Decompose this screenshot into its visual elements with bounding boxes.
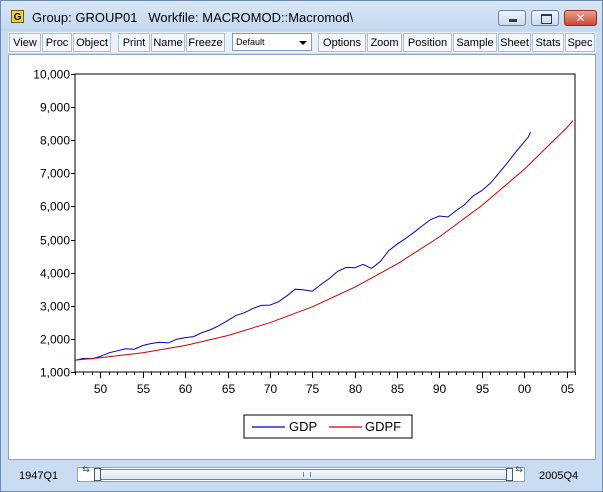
y-tick-label: 8,000 bbox=[40, 134, 70, 148]
legend-label-gdp: GDP bbox=[289, 419, 317, 434]
y-tick-label: 2,000 bbox=[40, 333, 70, 347]
y-tick-label: 10,000 bbox=[33, 68, 70, 82]
x-tick-label: 50 bbox=[94, 382, 108, 396]
x-tick-label: 90 bbox=[433, 382, 447, 396]
view-options-select[interactable]: Default bbox=[232, 33, 312, 51]
grip-icon bbox=[303, 472, 311, 477]
y-tick-label: 3,000 bbox=[40, 300, 70, 314]
close-button[interactable]: ✕ bbox=[564, 10, 597, 26]
freeze-button[interactable]: Freeze bbox=[186, 33, 225, 52]
x-tick-label: 65 bbox=[222, 382, 236, 396]
sample-start-label: 1947Q1 bbox=[19, 470, 59, 482]
toolbar: View Proc Object Print Name Freeze Defau… bbox=[8, 32, 596, 53]
sample-end-label: 2005Q4 bbox=[539, 470, 579, 482]
options-button[interactable]: Options bbox=[318, 33, 366, 52]
view-options-value: Default bbox=[236, 37, 265, 47]
close-icon: ✕ bbox=[575, 11, 586, 25]
status-bar: 1947Q1 ⇆ ⇆ 2005Q4 bbox=[1, 462, 602, 491]
sample-range-slider[interactable] bbox=[97, 469, 513, 480]
zoom-button[interactable]: Zoom bbox=[367, 33, 402, 52]
x-tick-label: 95 bbox=[476, 382, 490, 396]
chevron-down-icon bbox=[299, 41, 307, 45]
title-bar[interactable]: G Group: GROUP01 Workfile: MACROMOD::Mac… bbox=[1, 1, 602, 31]
right-arrows-icon[interactable]: ⇆ bbox=[511, 466, 527, 482]
sample-button[interactable]: Sample bbox=[453, 33, 497, 52]
x-tick-label: 55 bbox=[137, 382, 151, 396]
x-tick-label: 70 bbox=[264, 382, 278, 396]
x-tick-label: 80 bbox=[349, 382, 363, 396]
group-icon: G bbox=[11, 10, 24, 23]
sample-start-handle[interactable] bbox=[94, 468, 101, 481]
y-tick-label: 5,000 bbox=[40, 234, 70, 248]
y-tick-label: 6,000 bbox=[40, 200, 70, 214]
object-button[interactable]: Object bbox=[73, 33, 111, 52]
y-tick-label: 4,000 bbox=[40, 267, 70, 281]
group-window: G Group: GROUP01 Workfile: MACROMOD::Mac… bbox=[0, 0, 603, 492]
print-button[interactable]: Print bbox=[118, 33, 150, 52]
line-chart: 1,000 2,000 3,000 4,000 5,000 6,000 7,000 8,000… bbox=[33, 68, 576, 439]
y-tick-label: 9,000 bbox=[40, 101, 70, 115]
minimize-icon bbox=[499, 11, 525, 25]
maximize-button[interactable] bbox=[531, 10, 559, 26]
legend-label-gdpf: GDPF bbox=[365, 419, 401, 434]
window-title: Group: GROUP01 Workfile: MACROMOD::Macro… bbox=[32, 10, 354, 25]
x-tick-label: 75 bbox=[306, 382, 320, 396]
stats-button[interactable]: Stats bbox=[532, 33, 564, 52]
left-arrows-icon[interactable]: ⇆ bbox=[78, 466, 94, 482]
proc-button[interactable]: Proc bbox=[42, 33, 72, 52]
spec-button[interactable]: Spec bbox=[565, 33, 595, 52]
graph-area: 1,000 2,000 3,000 4,000 5,000 6,000 7,000 8,000… bbox=[8, 54, 596, 460]
x-tick-label: 05 bbox=[561, 382, 575, 396]
x-tick-label: 00 bbox=[518, 382, 532, 396]
y-tick-label: 1,000 bbox=[40, 366, 70, 380]
position-button[interactable]: Position bbox=[403, 33, 452, 52]
maximize-icon bbox=[532, 11, 558, 25]
sheet-button[interactable]: Sheet bbox=[498, 33, 531, 52]
y-tick-label: 7,000 bbox=[40, 167, 70, 181]
plot-frame bbox=[74, 73, 576, 373]
x-tick-label: 60 bbox=[179, 382, 193, 396]
name-button[interactable]: Name bbox=[151, 33, 185, 52]
view-button[interactable]: View bbox=[9, 33, 41, 52]
minimize-button[interactable] bbox=[498, 10, 526, 26]
x-tick-label: 85 bbox=[391, 382, 405, 396]
